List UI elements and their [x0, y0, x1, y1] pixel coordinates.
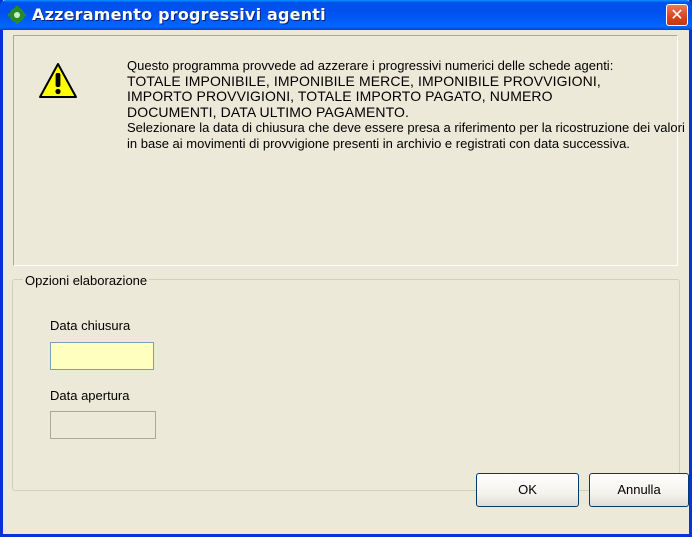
info-line-fields-3: DOCUMENTI, DATA ULTIMO PAGAMENTO.: [127, 103, 410, 120]
window-title: Azzeramento progressivi agenti: [32, 5, 326, 24]
opening-date-field: [50, 411, 156, 439]
ok-button[interactable]: OK: [476, 473, 579, 507]
opening-date-label: Data apertura: [50, 388, 130, 403]
closing-date-label: Data chiusura: [50, 318, 131, 333]
info-line-fields-2: IMPORTO PROVVIGIONI, TOTALE IMPORTO PAGA…: [127, 88, 553, 104]
info-line-fields-1: TOTALE IMPONIBILE, IMPONIBILE MERCE, IMP…: [127, 72, 601, 89]
options-group-label: Opzioni elaborazione: [23, 273, 150, 288]
app-gear-icon: [8, 6, 26, 24]
info-line-intro: Questo programma provvede ad azzerare i …: [127, 58, 614, 73]
info-text: Questo programma provvede ad azzerare i …: [127, 58, 687, 151]
dialog-window: Azzeramento progressivi agenti ✕ Questo …: [0, 0, 692, 537]
closing-date-field[interactable]: [50, 342, 154, 370]
options-group: [12, 279, 680, 491]
info-line-instructions: Selezionare la data di chiusura che deve…: [127, 120, 685, 151]
warning-icon: [39, 63, 77, 98]
close-button[interactable]: ✕: [666, 4, 688, 26]
cancel-button[interactable]: Annulla: [589, 473, 689, 507]
title-bar[interactable]: Azzeramento progressivi agenti ✕: [0, 0, 692, 30]
